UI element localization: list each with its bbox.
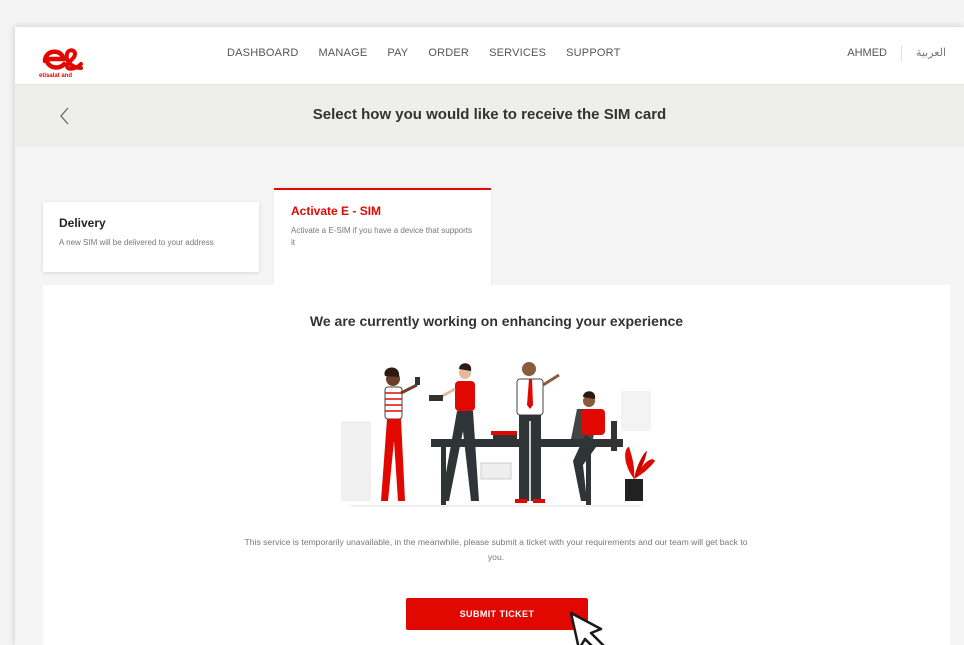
page: etisalat and DASHBOARD MANAGE PAY ORDER …	[0, 0, 964, 645]
submit-ticket-button[interactable]: SUBMIT TICKET	[406, 598, 588, 630]
nav-order[interactable]: ORDER	[428, 47, 469, 59]
tab-esim-title: Activate E - SIM	[291, 204, 382, 218]
tab-esim-description: Activate a E-SIM if you have a device th…	[291, 226, 472, 247]
tab-delivery-description: A new SIM will be delivered to your addr…	[59, 238, 214, 247]
app-window: etisalat and DASHBOARD MANAGE PAY ORDER …	[15, 27, 964, 645]
card-heading: We are currently working on enhancing yo…	[309, 313, 684, 329]
nav-pay[interactable]: PAY	[387, 47, 408, 59]
nav-services[interactable]: SERVICES	[489, 47, 546, 59]
page-title: Select how you would like to receive the…	[312, 106, 667, 123]
nav-support[interactable]: SUPPORT	[566, 47, 620, 59]
tab-delivery-title: Delivery	[59, 216, 106, 230]
nav-dashboard[interactable]: DASHBOARD	[227, 47, 298, 59]
main-nav: DASHBOARD MANAGE PAY ORDER SERVICES SUPP…	[227, 47, 621, 59]
e-and-logo[interactable]	[37, 37, 87, 77]
user-menu[interactable]: AHMED	[847, 47, 887, 59]
tab-delivery[interactable]: Delivery A new SIM will be delivered to …	[43, 202, 259, 272]
tab-activate-esim[interactable]: Activate E - SIM Activate a E-SIM if you…	[274, 188, 491, 288]
language-switch[interactable]: العربية	[900, 46, 946, 62]
logo-caption: etisalat and	[39, 73, 73, 79]
hand-cursor-icon	[565, 611, 613, 645]
team-illustration	[341, 361, 661, 511]
nav-manage[interactable]: MANAGE	[318, 47, 367, 59]
top-navigation: etisalat and DASHBOARD MANAGE PAY ORDER …	[15, 27, 964, 85]
service-notice: This service is temporarily unavailable,…	[244, 537, 748, 562]
content-card: We are currently working on enhancing yo…	[43, 285, 950, 645]
